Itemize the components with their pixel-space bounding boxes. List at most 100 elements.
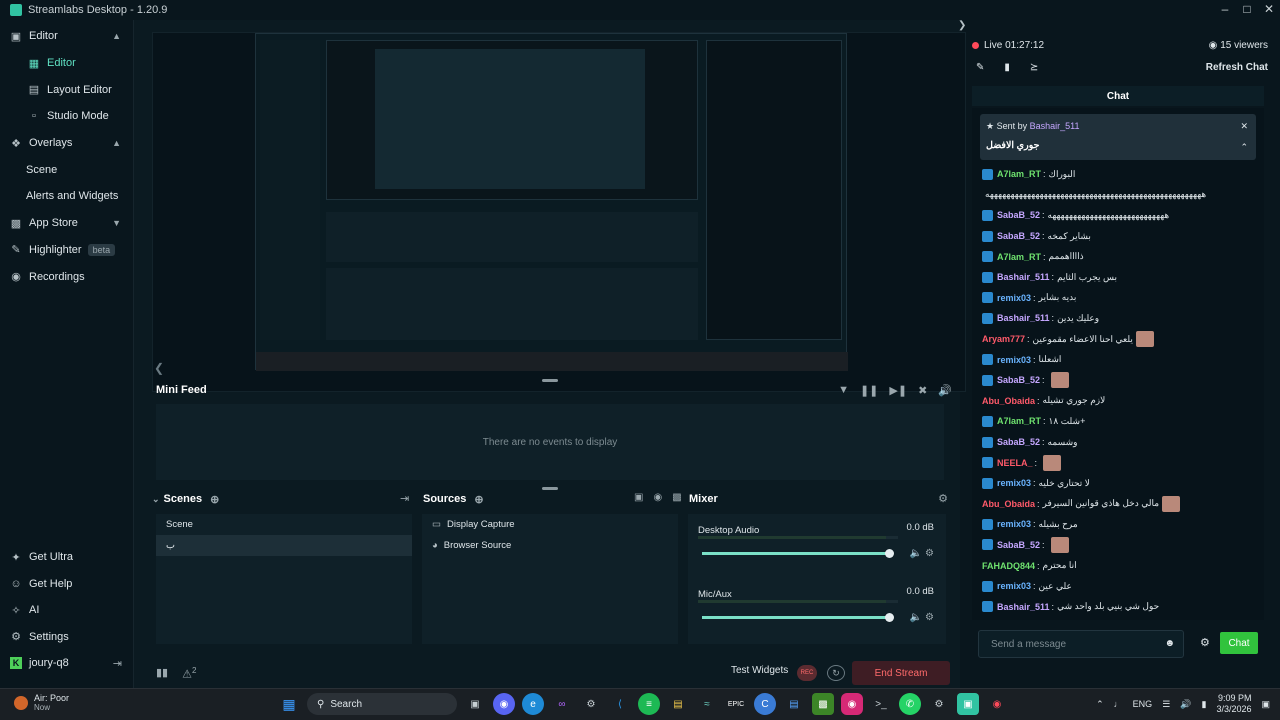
file-explorer-icon[interactable]: ▤ [667,693,689,715]
refresh-chat-button[interactable]: Refresh Chat [1206,62,1268,73]
epic-games-icon[interactable]: EPIC [725,693,747,715]
weather-widget[interactable]: Air: Poor Now [14,693,69,712]
chevron-up-icon[interactable]: ⌃ [1096,699,1104,710]
microphone-icon[interactable]: ♩ [1114,699,1123,709]
sidebar-item-layout-editor[interactable]: ▤ Layout Editor [0,76,133,103]
sidebar-item-recordings[interactable]: ◉ Recordings [0,263,133,290]
recorder-icon[interactable]: ◉ [986,693,1008,715]
whatsapp-icon[interactable]: ✆ [899,693,921,715]
add-source-icon[interactable]: ⊕ [474,493,483,506]
speaker-icon[interactable]: 🔊 [1180,699,1191,710]
visual-studio-icon[interactable]: ∞ [551,693,573,715]
settings-app-icon[interactable]: ⚙ [928,693,950,715]
instagram-icon[interactable]: ◉ [841,693,863,715]
chat-username[interactable]: Bashair_511 [997,313,1050,323]
mute-icon[interactable]: 🔈 ⚙ [910,548,934,559]
skip-icon[interactable]: ▶❚ [889,384,907,397]
stream-preview[interactable]: ❮ ❙ [152,32,985,392]
notes-icon[interactable]: ▤ [783,693,805,715]
chat-username[interactable]: Bashair_511 [997,602,1050,612]
sidebar-item-settings[interactable]: ⚙ Settings [0,624,134,651]
sidebar-item-get-help[interactable]: ☺ Get Help [0,571,134,598]
folder-icon[interactable]: ▣ [634,492,643,503]
windows-start-icon[interactable]: ▦ [278,693,300,715]
browser-icon[interactable]: C [754,693,776,715]
notifications-icon[interactable]: ▣ [1261,699,1270,710]
end-stream-button[interactable]: End Stream [852,661,950,685]
discord-icon[interactable]: ◉ [493,693,515,715]
collapse-chat-icon[interactable]: ❯ [958,20,966,31]
sidebar-item-app-store[interactable]: ▩ App Store ▼ [0,210,133,237]
vscode-icon[interactable]: ⟨ [609,693,631,715]
volume-slider[interactable] [702,549,894,558]
scene-item[interactable]: Scene [156,514,412,535]
dashboard-icon[interactable]: ▮ [1004,62,1010,73]
language-indicator[interactable]: ENG [1133,699,1153,709]
chat-username[interactable]: SabaB_52 [997,437,1040,447]
close-icon[interactable]: ✕ [1258,0,1280,18]
minecraft-icon[interactable]: ▩ [812,693,834,715]
slider-knob[interactable] [885,549,894,558]
rec-button[interactable]: REC [797,665,817,681]
chat-username[interactable]: Bashair_511 [997,272,1050,282]
drag-handle[interactable] [542,379,558,382]
collapse-pin-icon[interactable]: ⌃ [1240,142,1248,153]
scene-transitions-icon[interactable]: ⇥ [400,492,409,505]
filter-icon[interactable]: ▼ [838,384,849,397]
stats-icon[interactable]: ▮▮ [156,666,168,681]
chat-username[interactable]: SabaB_52 [997,210,1040,220]
chat-username[interactable]: Aryam777 [982,334,1025,344]
sidebar-item-ai[interactable]: ✧ AI [0,597,134,624]
streamlabs-app-icon[interactable]: ▣ [957,693,979,715]
chat-send-button[interactable]: Chat [1220,632,1258,654]
sidebar-item-highlighter[interactable]: ✎ Highlighter beta [0,237,133,264]
sidebar-item-alerts-widgets[interactable]: Alerts and Widgets [0,183,133,210]
chat-username[interactable]: remix03 [997,478,1031,488]
sidebar-item-scene[interactable]: Scene [0,156,133,183]
chat-username[interactable]: A7lam_RT [997,252,1041,262]
collapse-left-icon[interactable]: ❮ [154,361,164,375]
sidebar-item-account[interactable]: Kjoury-q8 ⇥ [0,650,134,677]
volume-slider[interactable] [702,613,894,622]
chat-username[interactable]: FAHADQ844 [982,561,1035,571]
share-icon[interactable]: ⪰ [1030,62,1038,73]
chat-username[interactable]: A7lam_RT [997,416,1041,426]
chat-username[interactable]: remix03 [997,581,1031,591]
terminal-icon[interactable]: >_ [870,693,892,715]
pause-icon[interactable]: ❚❚ [860,384,878,397]
chat-username[interactable]: SabaB_52 [997,375,1040,385]
source-item[interactable]: ▭ Display Capture [422,514,678,535]
app-icon[interactable]: ≈ [696,693,718,715]
mute-alerts-icon[interactable]: ✖ [918,384,927,397]
chat-username[interactable]: NEELA_ [997,458,1033,468]
filter-source-icon[interactable]: ◉ [653,492,662,503]
chat-username[interactable]: SabaB_52 [997,540,1040,550]
add-scene-icon[interactable]: ⊕ [210,493,219,506]
chat-username[interactable]: SabaB_52 [997,231,1040,241]
scene-item[interactable]: ب [156,535,412,556]
clock[interactable]: 9:09 PM 3/3/2026 [1216,693,1251,715]
properties-icon[interactable]: ▩ [672,492,681,503]
wifi-icon[interactable]: ☰ [1162,699,1170,710]
chat-username[interactable]: remix03 [997,519,1031,529]
drag-handle[interactable] [542,487,558,490]
maximize-icon[interactable]: □ [1236,0,1258,18]
source-item[interactable]: ◕ Browser Source [422,535,678,556]
slider-knob[interactable] [885,613,894,622]
minimize-icon[interactable]: – [1214,0,1236,18]
mute-icon[interactable]: 🔈 ⚙ [910,612,934,623]
sidebar-item-studio-mode[interactable]: ▫ Studio Mode [0,103,133,130]
sidebar-item-overlays[interactable]: ❖ Overlays ▲ [0,130,133,157]
chat-settings-icon[interactable]: ⚙ [1200,636,1210,649]
emoji-icon[interactable]: ☻ [1164,638,1175,649]
task-view-icon[interactable]: ▣ [464,693,486,715]
steam-icon[interactable]: ⚙ [580,693,602,715]
chat-username[interactable]: Abu_Obaida [982,396,1035,406]
sidebar-item-editor-group[interactable]: ▣ Editor ▲ [0,23,133,50]
chevron-down-icon[interactable]: ⌄ [152,494,160,505]
volume-icon[interactable]: 🔊 [938,384,952,397]
unpin-icon[interactable]: ✕ [1240,121,1248,132]
schedule-icon[interactable]: ↻ [827,665,845,681]
edit-stream-icon[interactable]: ✎ [976,62,984,73]
sidebar-item-editor[interactable]: ▦ Editor [0,50,133,77]
